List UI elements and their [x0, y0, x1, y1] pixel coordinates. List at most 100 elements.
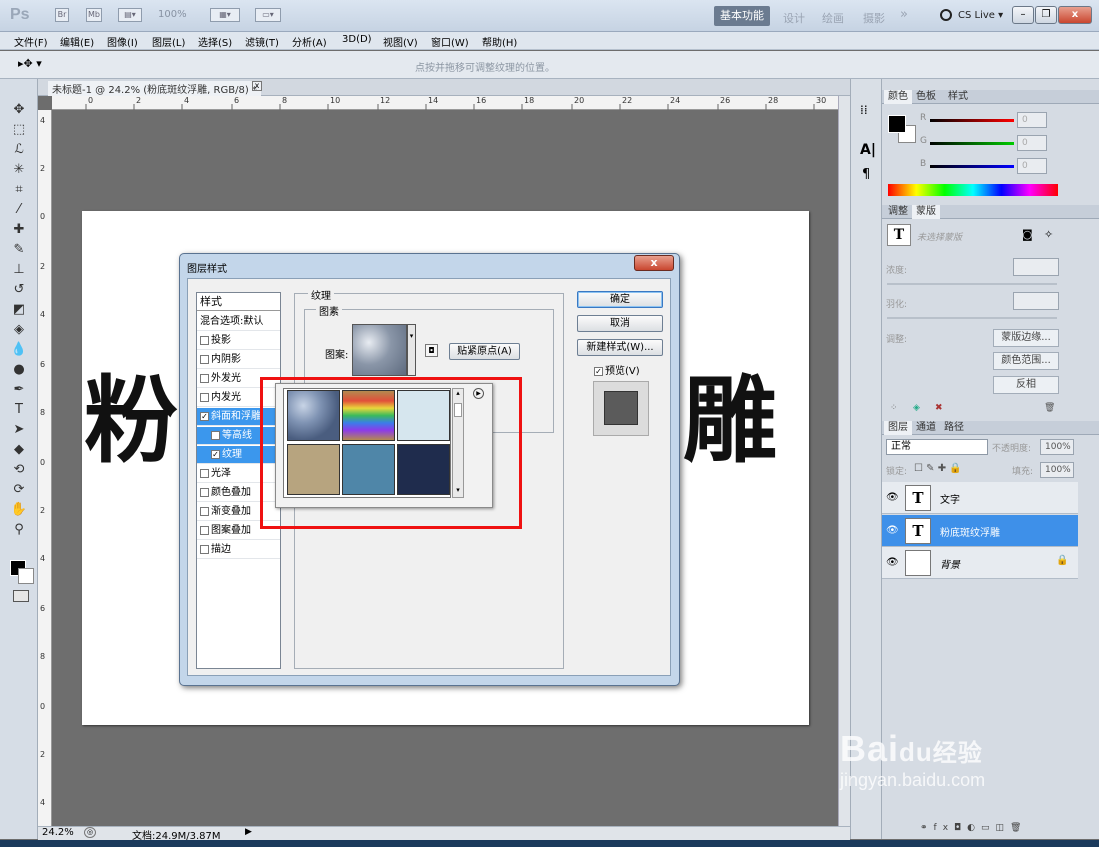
workspace-essentials-button[interactable]: 基本功能 — [714, 6, 770, 26]
mask-delete-icon[interactable]: 🗑 — [1044, 403, 1055, 413]
background-color-swatch[interactable] — [18, 568, 34, 584]
healing-brush-icon[interactable]: ✚ — [10, 221, 28, 239]
blend-mode-select[interactable]: 正常 — [886, 439, 988, 455]
magic-wand-icon[interactable]: ✳ — [10, 161, 28, 179]
ok-button[interactable]: 确定 — [577, 291, 663, 308]
restore-button[interactable]: ❐ — [1035, 6, 1057, 24]
red-value[interactable]: 0 — [1017, 112, 1047, 128]
menu-window[interactable]: 窗口(W) — [431, 34, 469, 49]
new-style-button[interactable]: 新建样式(W)... — [577, 339, 663, 356]
workspace-design[interactable]: 设计 — [783, 10, 805, 26]
view-extras-icon[interactable]: ▤▾ — [118, 8, 142, 22]
style-checkbox[interactable] — [211, 430, 220, 440]
history-icon[interactable]: ⁞⁞ — [860, 103, 868, 117]
opacity-value[interactable]: 100% — [1040, 439, 1074, 455]
blue-slider[interactable] — [930, 165, 1014, 168]
history-brush-icon[interactable]: ↺ — [10, 281, 28, 299]
style-checkbox[interactable] — [200, 354, 209, 364]
vector-mask-icon[interactable]: ✧ — [1044, 228, 1053, 241]
color-spectrum[interactable] — [888, 184, 1058, 196]
mask-load-selection-icon[interactable]: ⁘ — [890, 403, 898, 413]
preview-checkbox[interactable]: ✓ 预览(V) — [594, 362, 640, 377]
tab-channels[interactable]: 通道 — [912, 421, 940, 435]
blue-value[interactable]: 0 — [1017, 158, 1047, 174]
move-tool-preset-icon[interactable]: ▸✥ ▾ — [18, 57, 42, 70]
visibility-eye-icon[interactable]: 👁 — [886, 557, 899, 568]
style-item[interactable]: 描边 — [197, 541, 280, 559]
tab-paths[interactable]: 路径 — [940, 421, 968, 435]
paragraph-panel-icon[interactable]: ¶ — [862, 167, 870, 182]
new-preset-icon[interactable]: ◘ — [425, 344, 438, 357]
screen-mode-icon[interactable]: ▭▾ — [255, 8, 281, 22]
lasso-tool-icon[interactable]: ℒ — [10, 141, 28, 159]
crop-tool-icon[interactable]: ⌗ — [10, 181, 28, 199]
stamp-tool-icon[interactable]: ⊥ — [10, 261, 28, 279]
blend-options-item[interactable]: 混合选项:默认 — [197, 313, 280, 331]
layer-row[interactable]: 👁 T 文字 — [882, 482, 1078, 514]
move-tool-icon[interactable]: ✥ — [10, 101, 28, 119]
menu-3d[interactable]: 3D(D) — [342, 34, 372, 45]
workspace-photography[interactable]: 摄影 — [863, 10, 885, 26]
menu-edit[interactable]: 编辑(E) — [60, 34, 94, 49]
document-close-icon[interactable]: x — [252, 81, 262, 91]
eyedropper-icon[interactable]: ⁄ — [10, 201, 28, 219]
style-checkbox[interactable]: ✓ — [211, 449, 220, 459]
pattern-dropdown-icon[interactable]: ▾ — [407, 324, 416, 376]
visibility-eye-icon[interactable]: 👁 — [886, 525, 899, 536]
document-scrollbar[interactable] — [838, 96, 850, 826]
character-panel-icon[interactable]: A| — [860, 142, 876, 158]
density-slider[interactable] — [887, 283, 1057, 285]
close-button[interactable]: x — [1058, 6, 1092, 24]
dialog-close-button[interactable]: x — [634, 255, 674, 271]
zoom-level[interactable]: 100% — [158, 9, 187, 20]
menu-layer[interactable]: 图层(L) — [152, 34, 185, 49]
eraser-tool-icon[interactable]: ◩ — [10, 301, 28, 319]
marquee-tool-icon[interactable]: ⬚ — [10, 121, 28, 139]
zoom-tool-icon[interactable]: ⚲ — [10, 521, 28, 539]
style-checkbox[interactable] — [200, 506, 209, 516]
layer-row[interactable]: 👁 T 粉底斑纹浮雕 — [882, 515, 1078, 547]
workspace-more-icon[interactable]: » — [900, 7, 908, 22]
status-zoom-icon[interactable]: ◎ — [84, 827, 96, 838]
dodge-tool-icon[interactable]: ● — [10, 361, 28, 379]
green-slider[interactable] — [930, 142, 1014, 145]
3d-orbit-icon[interactable]: ⟳ — [10, 481, 28, 499]
menu-image[interactable]: 图像(I) — [107, 34, 138, 49]
paint-bucket-icon[interactable]: ◈ — [10, 321, 28, 339]
bridge-icon[interactable]: Br — [55, 8, 69, 22]
invert-button[interactable]: 反相 — [993, 376, 1059, 394]
color-range-button[interactable]: 颜色范围... — [993, 352, 1059, 370]
tab-masks[interactable]: 蒙版 — [912, 205, 940, 219]
tab-styles[interactable]: 样式 — [944, 90, 972, 104]
style-item[interactable]: 投影 — [197, 332, 280, 350]
3d-rotate-icon[interactable]: ⟲ — [10, 461, 28, 479]
style-checkbox[interactable] — [200, 392, 209, 402]
brush-tool-icon[interactable]: ✎ — [10, 241, 28, 259]
menu-select[interactable]: 选择(S) — [198, 34, 232, 49]
hand-tool-icon[interactable]: ✋ — [10, 501, 28, 519]
menu-filter[interactable]: 滤镜(T) — [245, 34, 279, 49]
type-tool-icon[interactable]: T — [10, 401, 28, 419]
shape-tool-icon[interactable]: ◆ — [10, 441, 28, 459]
arrange-documents-icon[interactable]: ▦▾ — [210, 8, 240, 22]
red-slider[interactable] — [930, 119, 1014, 122]
mask-disable-icon[interactable]: ✖ — [935, 403, 943, 413]
pixel-mask-icon[interactable]: ◙ — [1022, 228, 1033, 241]
density-field[interactable] — [1013, 258, 1059, 276]
pattern-preview[interactable] — [352, 324, 407, 376]
style-checkbox[interactable] — [200, 487, 209, 497]
lock-icons[interactable]: ☐ ✎ ✚ 🔒 — [914, 463, 962, 474]
menu-analysis[interactable]: 分析(A) — [292, 34, 327, 49]
document-tab[interactable]: 未标题-1 @ 24.2% (粉底斑纹浮雕, RGB/8) * — [48, 81, 261, 96]
menu-help[interactable]: 帮助(H) — [482, 34, 517, 49]
visibility-eye-icon[interactable]: 👁 — [886, 492, 899, 503]
snap-to-origin-button[interactable]: 贴紧原点(A) — [449, 343, 520, 360]
cs-live-icon[interactable] — [940, 9, 952, 21]
mask-apply-icon[interactable]: ◈ — [913, 403, 920, 413]
workspace-painting[interactable]: 绘画 — [822, 10, 844, 26]
style-checkbox[interactable] — [200, 544, 209, 554]
menu-file[interactable]: 文件(F) — [14, 34, 48, 49]
blur-tool-icon[interactable]: 💧 — [10, 341, 28, 359]
cs-live-menu[interactable]: CS Live ▾ — [958, 10, 1003, 21]
style-checkbox[interactable] — [200, 335, 209, 345]
